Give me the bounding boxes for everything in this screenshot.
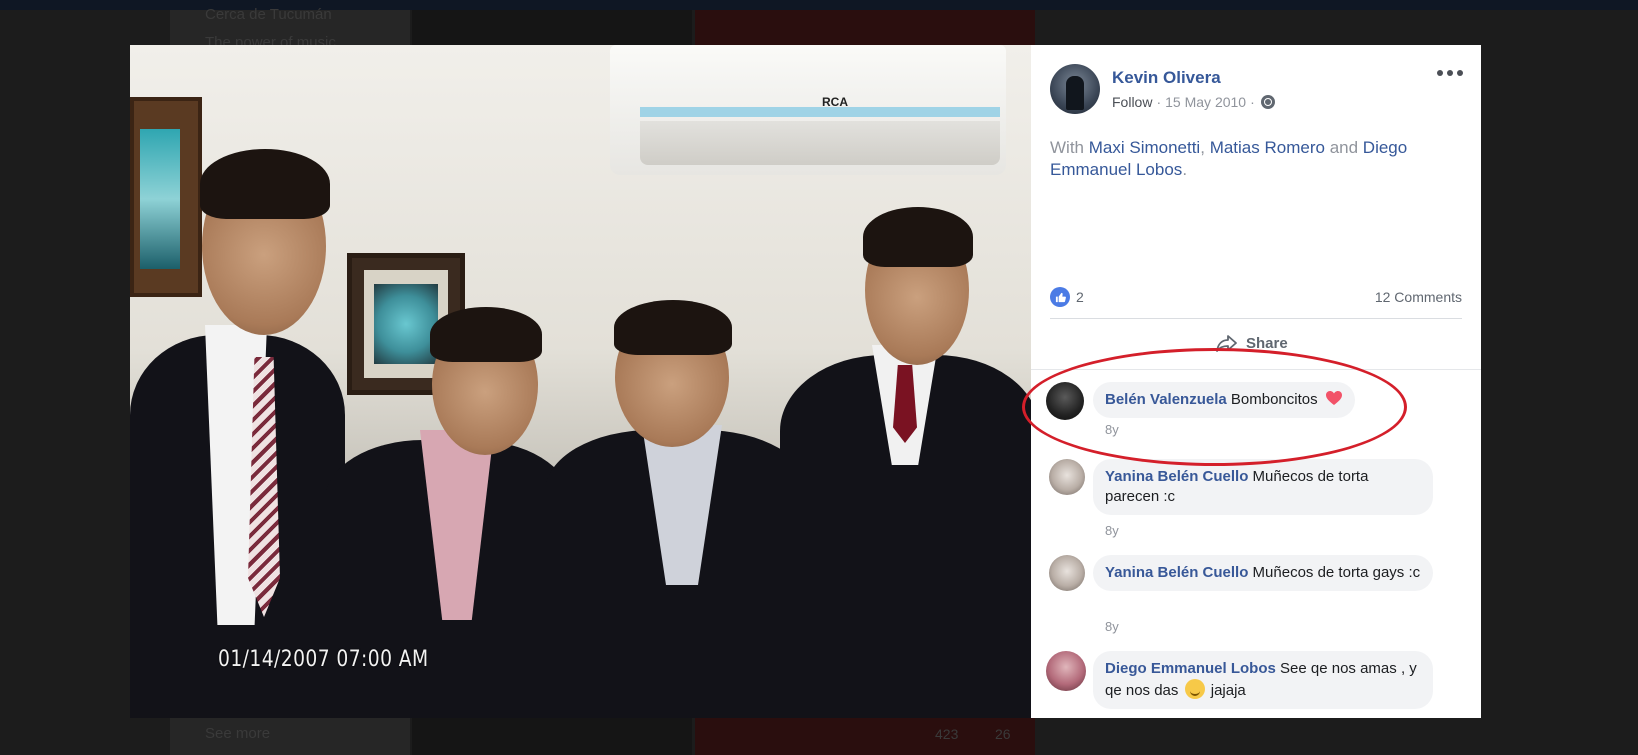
caption-and: and: [1329, 138, 1359, 157]
tagged-person-link[interactable]: Matias Romero: [1210, 138, 1325, 157]
post-date[interactable]: 15 May 2010: [1165, 94, 1246, 110]
tagged-person-link[interactable]: Maxi Simonetti: [1089, 138, 1200, 157]
post-header: Kevin Olivera Follow · 15 May 2010 ·: [1050, 64, 1464, 116]
post-side-panel: Kevin Olivera Follow · 15 May 2010 · Wit…: [1031, 45, 1481, 718]
share-icon: [1216, 334, 1238, 352]
comment-bubble: Diego Emmanuel Lobos See qe nos amas , y…: [1093, 651, 1433, 709]
comment-item: Yanina Belén Cuello Muñecos de torta par…: [1047, 459, 1457, 539]
like-reaction-icon[interactable]: [1050, 287, 1070, 307]
more-options-icon[interactable]: [1437, 67, 1463, 79]
comment-avatar[interactable]: [1049, 555, 1085, 591]
divider: [1031, 369, 1481, 370]
comment-avatar[interactable]: [1046, 651, 1086, 691]
caption-prefix: With: [1050, 138, 1084, 157]
photo-timestamp: 01/14/2007 07:00 AM: [218, 647, 429, 672]
comment-author[interactable]: Yanina Belén Cuello: [1105, 564, 1248, 581]
air-conditioner: [610, 45, 1006, 175]
comment-author[interactable]: Belén Valenzuela: [1105, 391, 1227, 408]
like-count[interactable]: 2: [1076, 289, 1084, 305]
comment-avatar[interactable]: [1049, 459, 1085, 495]
comment-count[interactable]: 12 Comments: [1375, 289, 1462, 305]
post-caption: With Maxi Simonetti, Matias Romero and D…: [1050, 137, 1460, 181]
comment-time[interactable]: 8y: [1105, 619, 1119, 634]
comment-text: Muñecos de torta gays :c: [1252, 564, 1421, 581]
comment-bubble: Yanina Belén Cuello Muñecos de torta gay…: [1093, 555, 1433, 591]
comment-bubble: Yanina Belén Cuello Muñecos de torta par…: [1093, 459, 1433, 515]
person-1-hair: [200, 149, 330, 219]
comment-item: Belén Valenzuela Bomboncitos 8y: [1046, 382, 1457, 442]
heart-icon: [1325, 390, 1343, 406]
background-like-count: 423: [935, 726, 959, 742]
author-name[interactable]: Kevin Olivera: [1112, 68, 1221, 88]
ac-brand-label: RCA: [822, 95, 848, 109]
author-avatar[interactable]: [1050, 64, 1100, 114]
meta-separator: ·: [1250, 94, 1255, 110]
post-meta: Follow · 15 May 2010 ·: [1112, 94, 1275, 110]
globe-icon[interactable]: [1260, 95, 1275, 109]
comment-author[interactable]: Yanina Belén Cuello: [1105, 468, 1248, 485]
smile-icon: [1184, 679, 1205, 699]
background-comment-count: 26: [995, 726, 1011, 742]
comment-item: Diego Emmanuel Lobos See qe nos amas , y…: [1046, 651, 1457, 718]
caption-period: .: [1182, 160, 1188, 179]
comment-time[interactable]: 8y: [1105, 422, 1119, 437]
caption-comma: ,: [1200, 138, 1205, 157]
person-3-hair: [614, 300, 732, 355]
follow-link[interactable]: Follow: [1112, 94, 1152, 110]
divider: [1050, 318, 1462, 319]
comment-bubble: Belén Valenzuela Bomboncitos: [1093, 382, 1355, 418]
comment-text: Bomboncitos: [1230, 391, 1318, 408]
comment-avatar[interactable]: [1046, 382, 1084, 420]
comment-item: Yanina Belén Cuello Muñecos de torta gay…: [1047, 555, 1457, 635]
background-sidebar-item: Cerca de Tucumán: [205, 6, 332, 23]
photo-frame-left: [130, 97, 202, 297]
person-2-hair: [430, 307, 542, 362]
comment-time[interactable]: 8y: [1105, 523, 1119, 538]
share-label: Share: [1246, 334, 1288, 352]
background-sidebar-item: See more: [205, 725, 271, 742]
share-button[interactable]: Share: [1216, 331, 1288, 355]
person-4-hair: [863, 207, 973, 267]
meta-separator: ·: [1156, 94, 1162, 110]
post-photo[interactable]: RCA 01/14/2007 07:00 AM: [130, 45, 1031, 718]
comment-text: jajaja: [1210, 682, 1246, 699]
comment-author[interactable]: Diego Emmanuel Lobos: [1105, 660, 1276, 677]
reactions-bar: 2 12 Comments: [1050, 285, 1462, 309]
